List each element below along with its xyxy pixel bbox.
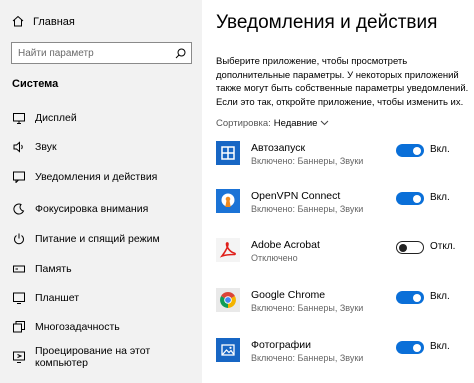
toggle-switch[interactable] (396, 241, 424, 254)
list-item[interactable]: Adobe Acrobat Отключено Откл. (216, 238, 474, 278)
toggle-switch[interactable] (396, 291, 424, 304)
search-icon[interactable] (169, 43, 191, 63)
app-name: Фотографии (251, 339, 312, 351)
toggle-label: Вкл. (430, 341, 450, 352)
sidebar-item-tablet[interactable]: Планшет (0, 285, 202, 311)
toggle-switch[interactable] (396, 341, 424, 354)
sidebar-item-focus-assist[interactable]: Фокусировка внимания (0, 196, 202, 222)
sidebar-item-label: Проецирование на этот компьютер (35, 345, 151, 369)
toggle-switch[interactable] (396, 192, 424, 205)
display-icon (13, 112, 25, 124)
app-name: Adobe Acrobat (251, 239, 320, 251)
openvpn-icon (216, 189, 240, 213)
sidebar-item-label: Питание и спящий режим (35, 233, 160, 245)
app-name: Google Chrome (251, 289, 326, 301)
toggle-label: Вкл. (430, 291, 450, 302)
toggle-label: Откл. (430, 241, 456, 252)
section-title: Система (12, 78, 59, 90)
toggle-label: Вкл. (430, 192, 450, 203)
list-item[interactable]: Google Chrome Включено: Баннеры, Звуки В… (216, 288, 474, 328)
sidebar-item-sound[interactable]: Звук (0, 134, 202, 160)
sidebar-item-display[interactable]: Дисплей (0, 105, 202, 131)
sort-label: Сортировка: (216, 118, 271, 129)
search-input[interactable]: Найти параметр (11, 42, 192, 64)
sidebar-item-label: Дисплей (35, 112, 77, 124)
list-item[interactable]: Фотографии Включено: Баннеры, Звуки Вкл. (216, 338, 474, 378)
sort-dropdown[interactable]: Сортировка: Недавние (216, 118, 329, 129)
chevron-down-icon (320, 118, 329, 129)
multitasking-icon (13, 321, 25, 333)
sort-value: Недавние (273, 118, 318, 129)
app-name: OpenVPN Connect (251, 190, 341, 202)
sidebar-item-power[interactable]: Питание и спящий режим (0, 226, 202, 252)
toggle-switch[interactable] (396, 144, 424, 157)
app-status: Отключено (251, 253, 298, 263)
list-item[interactable]: OpenVPN Connect Включено: Баннеры, Звуки… (216, 189, 474, 229)
sidebar-item-label: Фокусировка внимания (35, 203, 149, 215)
main-content: Уведомления и действия Выберите приложен… (202, 0, 474, 383)
list-item[interactable]: Автозапуск Включено: Баннеры, Звуки Вкл. (216, 141, 474, 181)
page-description: Выберите приложение, чтобы просмотреть д… (216, 56, 469, 108)
app-status: Включено: Баннеры, Звуки (251, 156, 364, 166)
home-icon (12, 15, 24, 30)
app-name: Автозапуск (251, 142, 306, 154)
page-title: Уведомления и действия (216, 12, 438, 33)
sidebar: Главная Найти параметр Система Дисплей З… (0, 0, 202, 383)
toggle-knob (413, 194, 421, 203)
storage-icon (13, 263, 25, 275)
sidebar-item-label: Память (35, 263, 72, 275)
home-link[interactable]: Главная (12, 14, 75, 30)
autoplay-icon (216, 141, 240, 165)
sidebar-item-notifications[interactable]: Уведомления и действия (0, 164, 202, 190)
sidebar-item-label: Планшет (35, 292, 80, 304)
sound-icon (13, 141, 25, 153)
notifications-icon (13, 171, 25, 183)
chrome-icon (216, 288, 240, 312)
sidebar-item-multitasking[interactable]: Многозадачность (0, 314, 202, 340)
tablet-icon (13, 292, 25, 304)
power-icon (13, 233, 25, 245)
toggle-knob (413, 343, 421, 352)
sidebar-item-projecting[interactable]: Проецирование на этот компьютер (0, 344, 202, 370)
search-placeholder: Найти параметр (18, 47, 94, 59)
toggle-knob (399, 243, 407, 252)
sidebar-item-storage[interactable]: Память (0, 256, 202, 282)
home-label: Главная (33, 16, 75, 28)
toggle-knob (413, 146, 421, 155)
toggle-label: Вкл. (430, 144, 450, 155)
photos-icon (216, 338, 240, 362)
app-status: Включено: Баннеры, Звуки (251, 204, 364, 214)
sidebar-item-label: Звук (35, 141, 57, 153)
app-status: Включено: Баннеры, Звуки (251, 353, 364, 363)
sidebar-item-label: Уведомления и действия (35, 171, 158, 183)
adobe-acrobat-icon (216, 238, 240, 262)
projecting-icon (13, 351, 25, 363)
app-status: Включено: Баннеры, Звуки (251, 303, 364, 313)
focus-assist-icon (13, 203, 25, 215)
toggle-knob (413, 293, 421, 302)
sidebar-item-label: Многозадачность (35, 321, 120, 333)
